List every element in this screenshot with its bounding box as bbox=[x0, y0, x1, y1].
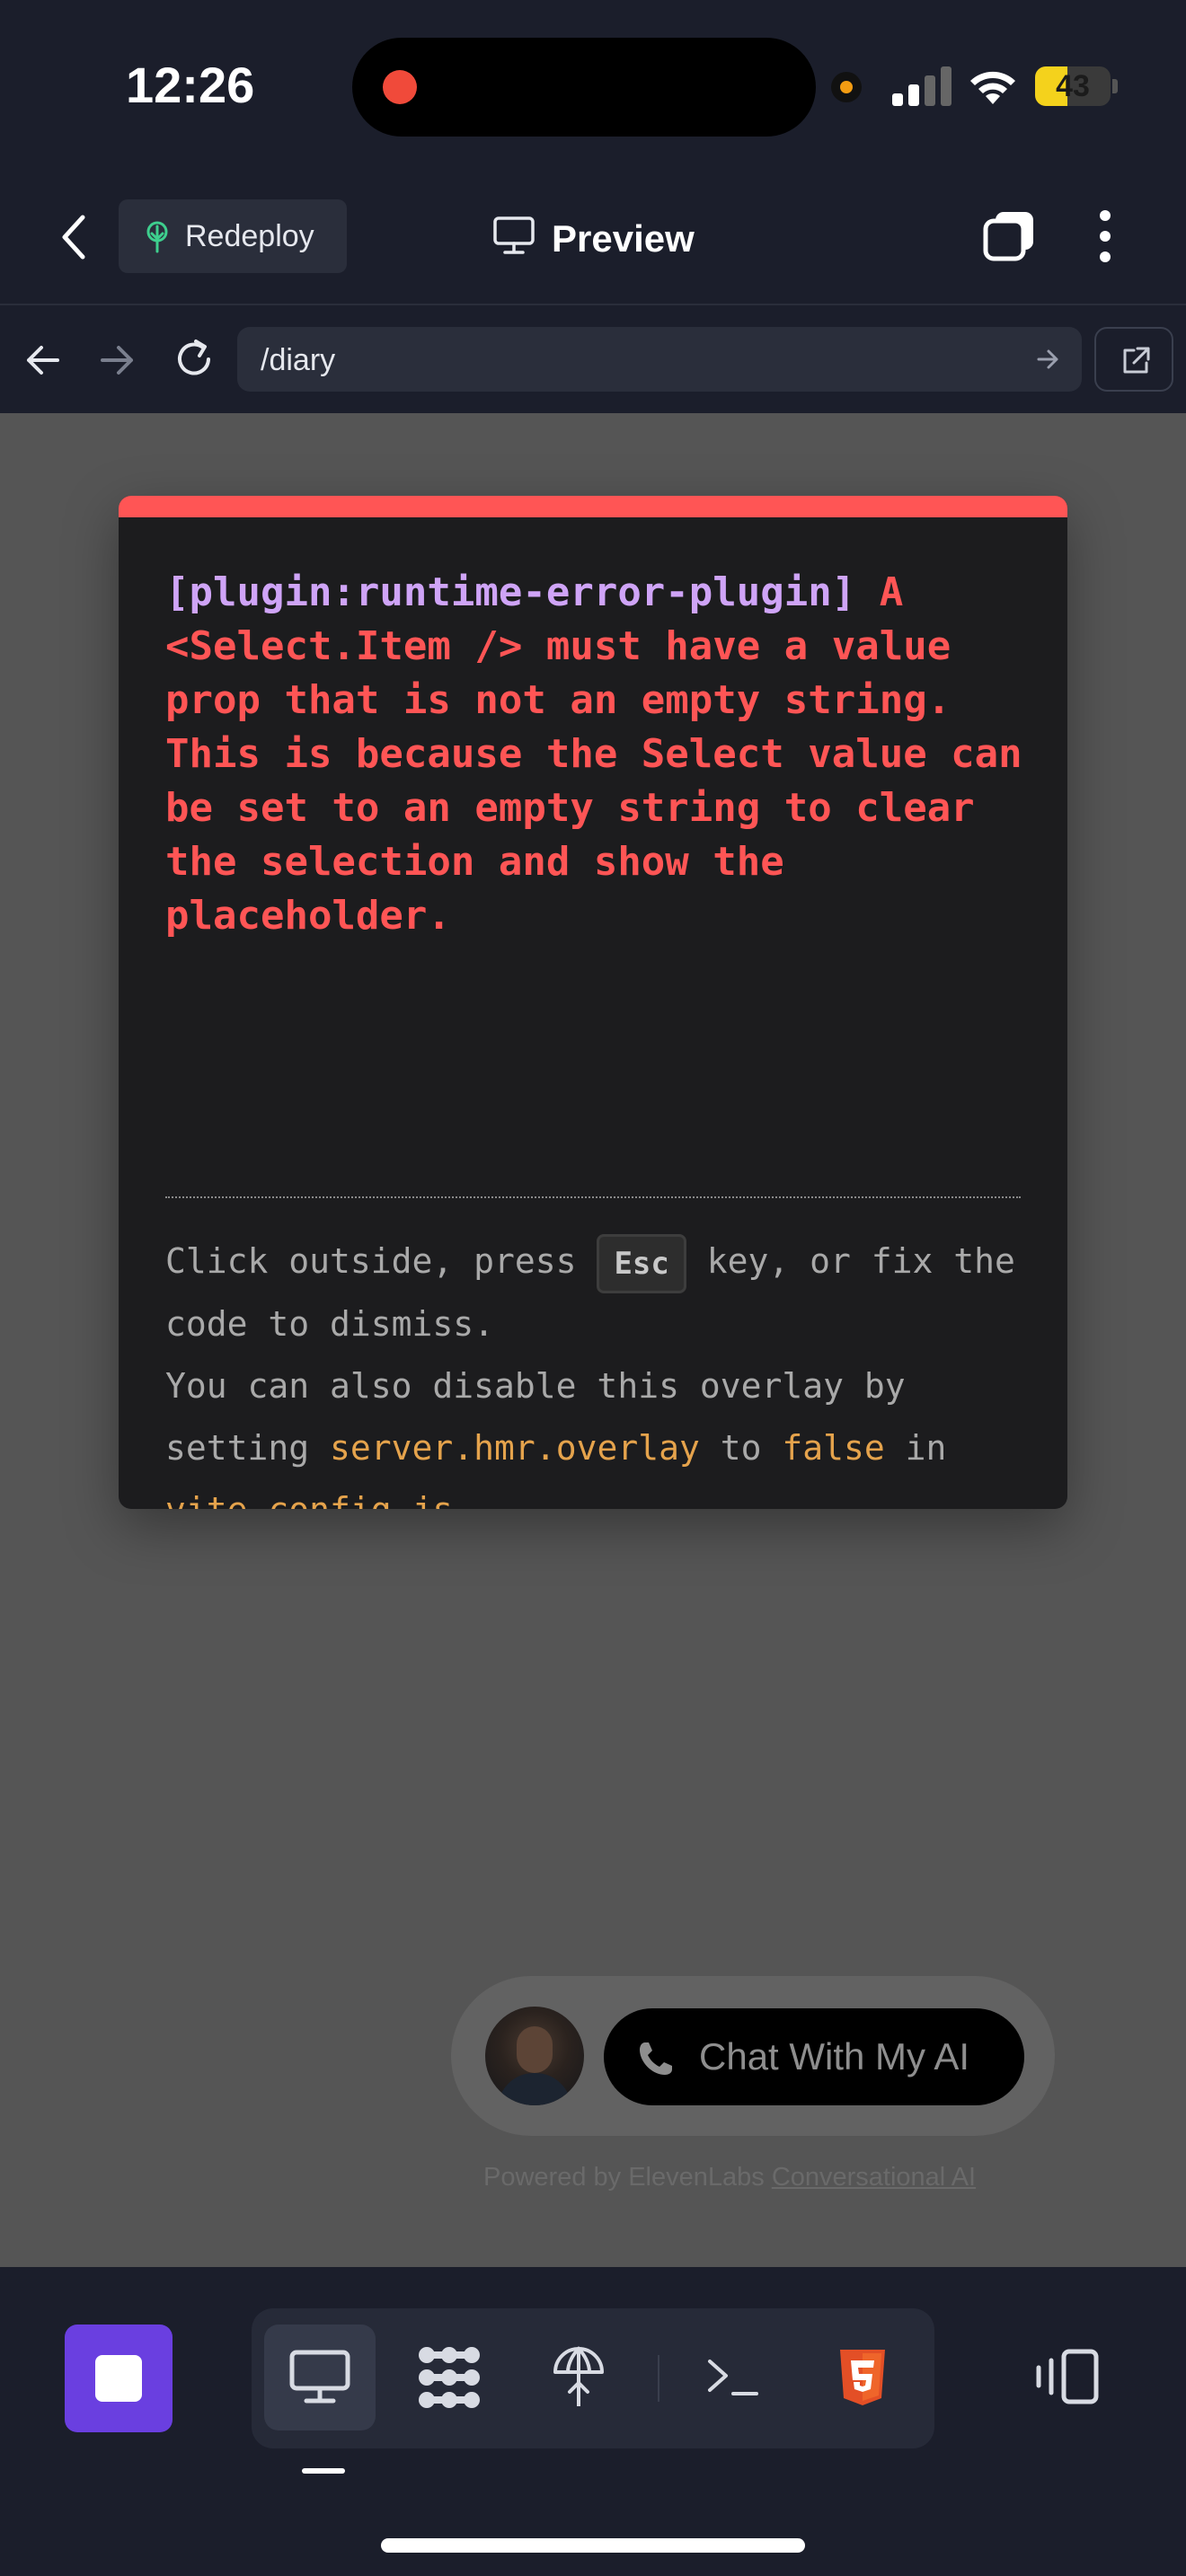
esc-key: Esc bbox=[597, 1233, 686, 1293]
bottom-toolbar bbox=[0, 2267, 1186, 2576]
error-tip: Click outside, press Esc key, or fix the… bbox=[165, 1231, 1028, 1509]
app-root: 12:26 43 Redeploy Preview /diary [plugin… bbox=[0, 0, 1186, 2576]
battery-tip bbox=[1112, 79, 1118, 93]
grid-dots-icon bbox=[419, 2347, 480, 2408]
go-arrow-icon[interactable] bbox=[1035, 345, 1062, 374]
recording-dot-icon bbox=[383, 70, 417, 104]
redeploy-label: Redeploy bbox=[185, 219, 314, 253]
arrow-left-icon[interactable] bbox=[22, 340, 63, 381]
html5-icon bbox=[840, 2350, 885, 2405]
tip-text-6: . bbox=[453, 1490, 474, 1510]
toolbar-separator bbox=[658, 2355, 659, 2402]
dynamic-island bbox=[352, 38, 816, 137]
tip-text-1: Click outside, press bbox=[165, 1241, 597, 1281]
external-link-icon bbox=[1123, 347, 1150, 374]
chat-button-label: Chat With My AI bbox=[699, 2035, 970, 2078]
more-vertical-icon[interactable] bbox=[1089, 205, 1121, 268]
terminal-view-button[interactable] bbox=[677, 2325, 789, 2430]
view-switcher bbox=[252, 2308, 934, 2448]
reload-icon[interactable] bbox=[171, 336, 217, 383]
tip-code-false: false bbox=[782, 1427, 885, 1468]
monitor-icon bbox=[289, 2350, 350, 2404]
powered-prefix: Powered by ElevenLabs bbox=[483, 2163, 772, 2192]
cellular-signal-icon bbox=[892, 66, 951, 106]
error-message: [plugin:runtime-error-plugin] A <Select.… bbox=[165, 566, 1028, 943]
monitor-icon bbox=[493, 216, 535, 254]
tip-code-config-file: vite.config.js bbox=[165, 1490, 453, 1510]
avatar bbox=[485, 2007, 584, 2105]
error-divider bbox=[165, 1196, 1021, 1198]
tabs-icon[interactable] bbox=[981, 205, 1039, 268]
preview-viewport[interactable]: [plugin:runtime-error-plugin] A <Select.… bbox=[0, 413, 1186, 2267]
error-overlay: [plugin:runtime-error-plugin] A <Select.… bbox=[119, 496, 1067, 1509]
conversational-ai-link[interactable]: Conversational AI bbox=[772, 2163, 976, 2192]
status-bar: 12:26 43 bbox=[0, 0, 1186, 171]
url-text: /diary bbox=[261, 343, 336, 377]
error-overlay-accent bbox=[119, 496, 1067, 517]
open-external-button[interactable] bbox=[1094, 327, 1173, 392]
integrations-view-button[interactable] bbox=[394, 2325, 505, 2430]
terminal-icon bbox=[708, 2360, 758, 2395]
tree-icon bbox=[146, 221, 168, 253]
stop-button[interactable] bbox=[65, 2325, 173, 2432]
arrow-right-icon[interactable] bbox=[97, 340, 138, 381]
tip-code-overlay-setting: server.hmr.overlay bbox=[330, 1427, 700, 1468]
redeploy-button[interactable]: Redeploy bbox=[119, 199, 347, 273]
preview-label: Preview bbox=[552, 217, 695, 260]
avatar-face bbox=[517, 2026, 553, 2073]
tip-text-4: to bbox=[699, 1427, 783, 1468]
panel-toggle-icon[interactable] bbox=[1031, 2341, 1103, 2416]
active-view-indicator bbox=[302, 2468, 345, 2474]
battery-indicator: 43 bbox=[1035, 66, 1111, 106]
camera-indicator-icon bbox=[831, 72, 862, 102]
browser-nav-bar: /diary bbox=[0, 305, 1186, 413]
error-text: A <Select.Item /> must have a value prop… bbox=[165, 569, 1022, 939]
chevron-left-icon[interactable] bbox=[52, 210, 97, 264]
deploy-view-button[interactable] bbox=[523, 2325, 634, 2430]
error-plugin-tag: [plugin:runtime-error-plugin] bbox=[165, 569, 856, 615]
chat-with-ai-button[interactable]: Chat With My AI bbox=[604, 2008, 1024, 2105]
app-header: Redeploy Preview bbox=[0, 171, 1186, 305]
stop-icon bbox=[95, 2355, 142, 2402]
status-time: 12:26 bbox=[126, 57, 255, 113]
voice-chat-widget: Chat With My AI bbox=[451, 1976, 1055, 2136]
url-bar[interactable]: /diary bbox=[237, 327, 1082, 392]
tip-text-5: in bbox=[884, 1427, 947, 1468]
battery-percent: 43 bbox=[1056, 69, 1090, 103]
phone-icon bbox=[640, 2042, 672, 2075]
wifi-icon bbox=[970, 71, 1015, 104]
preview-view-button[interactable] bbox=[264, 2325, 376, 2430]
avatar-body bbox=[498, 2073, 571, 2105]
powered-by-text: Powered by ElevenLabs Conversational AI bbox=[483, 2163, 976, 2192]
code-view-button[interactable] bbox=[807, 2325, 918, 2430]
deploy-icon bbox=[553, 2346, 604, 2406]
home-indicator bbox=[381, 2538, 805, 2553]
